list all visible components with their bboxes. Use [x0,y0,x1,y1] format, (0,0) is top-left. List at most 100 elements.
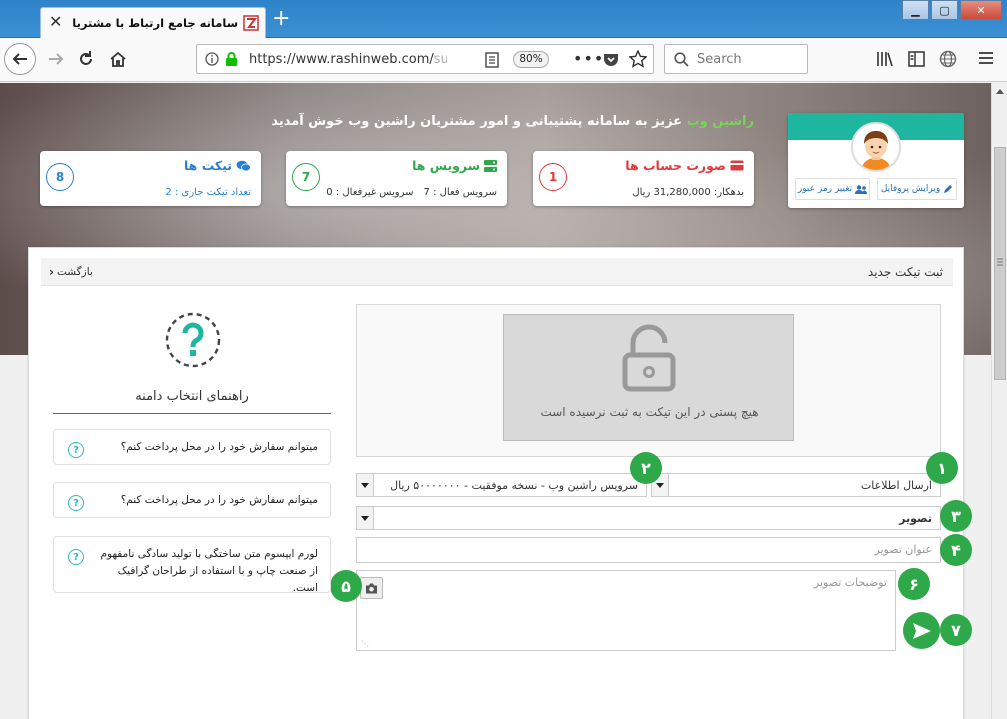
reload-icon [80,51,92,65]
invoices-count: 1 [539,163,567,191]
padlock-icon [621,323,677,393]
image-description-placeholder: توضیحات تصویر [813,576,887,589]
lock-icon[interactable] [225,51,238,67]
tickets-count: 8 [46,163,74,191]
resize-handle-icon[interactable]: ⋰ [361,639,369,648]
image-description-textarea[interactable]: توضیحات تصویر ⋰ [356,570,896,651]
search-icon [674,52,689,67]
services-sub: سرویس فعال : 7 سرویس غیرفعال : 0 [326,187,497,198]
more-icon[interactable]: ••• [573,49,604,68]
service-value: سرویس راشین وب - نسخه موفقیت - ۵۰۰۰۰۰۰۰ … [390,479,638,492]
attachment-type-select[interactable]: تصویر [356,506,941,530]
welcome-message: راشین وب عزیز به سامانه پشتیبانی و امور … [271,114,754,129]
faq-question: میتوانم سفارش خود را در محل پرداخت کنم؟ [120,494,318,506]
services-card[interactable]: سرویس ها سرویس فعال : 7 سرویس غیرفعال : … [286,151,507,206]
info-icon[interactable] [205,52,219,66]
tickets-card-title: تیکت ها [184,158,251,173]
camera-button[interactable] [360,577,383,599]
service-select[interactable]: سرویس راشین وب - نسخه موفقیت - ۵۰۰۰۰۰۰۰ … [356,473,647,497]
browser-tab[interactable]: ✕ سامانه جامع ارتباط با مشتریان راش [40,7,266,38]
ticket-posts-area: هیچ پستی در این تیکت به ثبت نرسیده است [356,304,941,457]
faq-item[interactable]: میتوانم سفارش خود را در محل پرداخت کنم؟ … [53,482,331,518]
site-favicon-icon [243,15,259,31]
back-link[interactable]: بازگشت ‹ [49,265,93,279]
welcome-text: عزیز به سامانه پشتیبانی و امور مشتریان ر… [271,114,687,129]
avatar [851,122,901,172]
forward-button[interactable] [40,43,72,75]
services-inactive: سرویس غیرفعال : 0 [326,187,414,198]
invoices-title: صورت حساب ها [625,158,726,173]
step-badge-6: ۶ [898,568,930,600]
page-content: راشین وب عزیز به سامانه پشتیبانی و امور … [0,83,991,719]
zoom-level-badge[interactable]: 80% [513,51,549,68]
faq-item[interactable]: لورم ایپسوم متن ساختگی با تولید سادگی نا… [53,536,331,594]
search-bar[interactable]: Search [664,44,808,74]
faq-question: لورم ایپسوم متن ساختگی با تولید سادگی نا… [100,548,318,594]
tab-close-icon[interactable]: ✕ [49,13,62,31]
invoices-card-title: صورت حساب ها [625,158,744,173]
step-badge-2: ۲ [630,452,662,484]
scroll-thumb[interactable] [994,147,1006,380]
tickets-card[interactable]: تیکت ها تعداد تیکت جاری : 2 8 [40,151,261,206]
send-icon [912,622,931,639]
server-icon [484,159,497,172]
step-badge-3: ۳ [940,500,972,532]
step-badge-7: ۷ [940,614,972,646]
tickets-current: تعداد تیکت جاری : 2 [165,187,251,198]
page-scrollbar[interactable] [991,83,1007,719]
edit-profile-label: ویرایش پروفایل [880,184,941,194]
invoices-card[interactable]: صورت حساب ها بدهکار: 31,280,000 ریال 1 [533,151,754,206]
ticket-type-select[interactable]: ارسال اطلاعات [651,473,941,497]
url-bar[interactable]: https://www.rashinweb.com/sup 80% ••• [196,44,654,74]
minimize-button[interactable]: ▁ [902,0,929,20]
ticket-type-value: ارسال اطلاعات [860,479,932,492]
question-icon [165,312,221,368]
services-active: سرویس فعال : 7 [423,187,497,198]
panel-header: ثبت تیکت جدید بازگشت ‹ [41,258,953,286]
url-main: https://www.rashinweb.com/ [249,52,434,67]
forward-arrow-icon [49,53,64,65]
reload-button[interactable] [70,43,102,75]
camera-icon [366,583,377,593]
pocket-icon[interactable] [603,52,619,67]
faq-question: میتوانم سفارش خود را در محل پرداخت کنم؟ [120,441,318,453]
url-text: https://www.rashinweb.com/sup [249,52,447,67]
change-password-label: تغییر رمز عبور [797,184,853,194]
faq-item[interactable]: میتوانم سفارش خود را در محل پرداخت کنم؟ … [53,429,331,465]
send-button[interactable] [903,612,940,649]
back-arrow-icon [12,53,27,65]
credit-card-icon [730,160,744,171]
window-controls: ▁ ▢ ✕ [902,0,1002,20]
empty-state: هیچ پستی در این تیکت به ثبت نرسیده است [503,314,794,441]
dropdown-arrow-icon[interactable] [357,474,374,496]
search-input[interactable]: Search [697,52,742,67]
tab-title: سامانه جامع ارتباط با مشتریان راش [72,16,238,30]
tickets-title: تیکت ها [183,158,232,173]
profile-card: تغییر رمز عبور ویرایش پروفایل [788,113,964,208]
close-window-button[interactable]: ✕ [960,0,1002,20]
maximize-button[interactable]: ▢ [931,0,958,20]
home-button[interactable] [102,43,134,75]
comments-icon [236,160,251,171]
image-title-input[interactable]: عنوان تصویر [356,537,941,563]
services-title: سرویس ها [412,158,480,173]
step-badge-4: ۴ [940,534,972,566]
back-button[interactable] [4,43,36,75]
dropdown-arrow-icon[interactable] [357,507,374,529]
image-title-placeholder: عنوان تصویر [874,543,932,556]
library-icon[interactable] [876,51,894,67]
new-ticket-panel: ثبت تیکت جدید بازگشت ‹ هیچ پستی در این تی… [28,247,972,719]
globe-icon[interactable] [939,50,957,68]
scroll-up-icon[interactable] [992,83,1007,99]
chevron-left-icon: ‹ [49,265,54,279]
menu-icon[interactable] [978,51,994,65]
new-tab-button[interactable]: + [272,8,290,30]
browser-navbar: https://www.rashinweb.com/sup 80% ••• Se… [0,38,1007,82]
step-badge-1: ۱ [926,452,958,484]
welcome-brand: راشین وب [686,114,754,129]
reader-icon[interactable] [485,52,499,68]
change-password-button[interactable]: تغییر رمز عبور [795,178,870,200]
edit-profile-button[interactable]: ویرایش پروفایل [877,178,957,200]
bookmark-star-icon[interactable] [629,50,647,68]
sidebar-icon[interactable] [908,51,925,67]
